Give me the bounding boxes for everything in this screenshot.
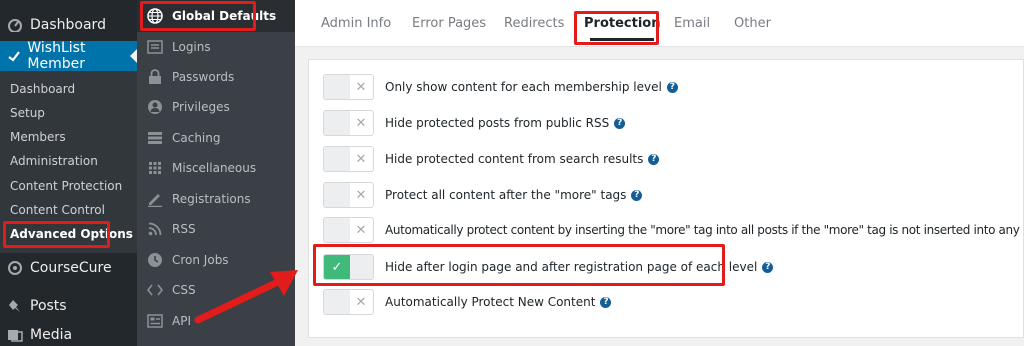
dashboard-icon: [0, 18, 30, 32]
wishlist-submenu: Dashboard Setup Members Administration C…: [0, 71, 137, 253]
option-toggle[interactable]: ✕: [323, 146, 374, 172]
menu-dashboard-label: Dashboard: [30, 17, 106, 33]
option-row: ✕ Automatically Protect New Content?: [309, 287, 1009, 317]
option-row: ✕ Only show content for each membership …: [309, 72, 1009, 102]
option-row: ✕ Hide protected posts from public RSS?: [309, 108, 1009, 138]
option-toggle[interactable]: ✕: [323, 182, 374, 208]
tab-redirects[interactable]: Redirects: [504, 0, 564, 47]
option-toggle[interactable]: ✕: [323, 217, 374, 243]
x-icon: ✕: [355, 222, 367, 238]
nav-passwords-label: Passwords: [172, 70, 235, 84]
menu-media-label: Media: [30, 327, 73, 343]
help-icon[interactable]: ?: [614, 117, 626, 129]
main-content: Admin Info Error Pages Redirects Protect…: [295, 0, 1024, 346]
submenu-content-protection[interactable]: Content Protection: [10, 179, 122, 193]
settings-tabs: Admin Info Error Pages Redirects Protect…: [295, 0, 1024, 47]
wp-admin-sidebar: Dashboard WishList Member Dashboard Setu…: [0, 0, 137, 346]
user-icon: [137, 99, 172, 115]
tab-error-pages[interactable]: Error Pages: [412, 0, 486, 47]
option-label: Only show content for each membership le…: [385, 80, 678, 94]
menu-posts[interactable]: Posts: [0, 291, 137, 321]
help-icon[interactable]: ?: [648, 153, 660, 165]
pushpin-icon: [0, 299, 30, 313]
globe-icon: [137, 8, 172, 24]
clock-icon: [137, 252, 172, 268]
tab-protection[interactable]: Protection: [584, 0, 660, 47]
stack-icon: [137, 131, 172, 145]
help-icon[interactable]: ?: [666, 81, 678, 93]
submenu-dashboard[interactable]: Dashboard: [10, 82, 75, 96]
login-list-icon: [137, 40, 172, 54]
nav-privileges[interactable]: Privileges: [137, 92, 295, 122]
help-icon[interactable]: ?: [600, 296, 612, 308]
option-label: Automatically Protect New Content?: [385, 295, 612, 309]
option-row: ✕ Automatically protect content by inser…: [309, 215, 1024, 245]
submenu-advanced-options[interactable]: Advanced Options: [10, 227, 133, 241]
nav-logins[interactable]: Logins: [137, 32, 295, 62]
nav-miscellaneous[interactable]: Miscellaneous: [137, 153, 295, 183]
x-icon: ✕: [355, 187, 367, 203]
tab-other[interactable]: Other: [734, 0, 771, 47]
option-label: Automatically protect content by inserti…: [385, 223, 1024, 237]
menu-wishlist-member[interactable]: WishList Member: [0, 40, 137, 72]
submenu-setup[interactable]: Setup: [10, 106, 45, 120]
x-icon: ✕: [355, 79, 367, 95]
nav-global-defaults-label: Global Defaults: [172, 9, 277, 23]
nav-registrations-label: Registrations: [172, 192, 251, 206]
submenu-members[interactable]: Members: [10, 130, 66, 144]
nav-caching-label: Caching: [172, 131, 221, 145]
option-label: Hide protected content from search resul…: [385, 152, 660, 166]
submenu-administration[interactable]: Administration: [10, 154, 98, 168]
nav-global-defaults[interactable]: Global Defaults: [137, 0, 295, 32]
nav-caching[interactable]: Caching: [137, 123, 295, 153]
annotation-arrow: [194, 270, 298, 324]
nav-logins-label: Logins: [172, 40, 211, 54]
option-row: ✕ Protect all content after the "more" t…: [309, 180, 1009, 210]
checkmark-icon: ✓: [324, 255, 350, 279]
menu-wishlist-label: WishList Member: [27, 40, 86, 72]
nav-rss-label: RSS: [172, 222, 196, 236]
option-toggle-on[interactable]: ✓: [323, 254, 374, 280]
code-icon: [137, 284, 172, 296]
pencil-icon: [137, 191, 172, 207]
tab-admin-info[interactable]: Admin Info: [321, 0, 391, 47]
option-label: Hide protected posts from public RSS?: [385, 116, 626, 130]
protection-options-panel: ✕ Only show content for each membership …: [308, 59, 1024, 338]
menu-posts-label: Posts: [30, 298, 67, 314]
option-row: ✓ Hide after login page and after regist…: [309, 252, 1009, 282]
option-row: ✕ Hide protected content from search res…: [309, 144, 1009, 174]
help-icon[interactable]: ?: [762, 261, 774, 273]
x-icon: ✕: [355, 115, 367, 131]
media-icon: [0, 328, 30, 342]
option-toggle[interactable]: ✕: [323, 74, 374, 100]
x-icon: ✕: [355, 294, 367, 310]
option-toggle[interactable]: ✕: [323, 110, 374, 136]
menu-dashboard[interactable]: Dashboard: [0, 10, 137, 40]
submenu-content-control[interactable]: Content Control: [10, 203, 105, 217]
nav-miscellaneous-label: Miscellaneous: [172, 161, 257, 175]
option-label: Hide after login page and after registra…: [385, 260, 774, 274]
grid-icon: [137, 161, 172, 175]
menu-coursecure-label: CourseCure: [30, 260, 112, 276]
nav-rss[interactable]: RSS: [137, 214, 295, 244]
x-icon: ✕: [355, 151, 367, 167]
rss-icon: [137, 222, 172, 236]
coursecure-icon: [0, 261, 30, 275]
checkmark-icon: [0, 49, 27, 63]
tab-email[interactable]: Email: [674, 0, 710, 47]
lock-icon: [137, 69, 172, 85]
option-label: Protect all content after the "more" tag…: [385, 188, 643, 202]
menu-coursecure[interactable]: CourseCure: [0, 253, 137, 283]
nav-passwords[interactable]: Passwords: [137, 62, 295, 92]
option-toggle[interactable]: ✕: [323, 289, 374, 315]
nav-registrations[interactable]: Registrations: [137, 184, 295, 214]
help-icon[interactable]: ?: [631, 189, 643, 201]
nav-privileges-label: Privileges: [172, 100, 230, 114]
api-icon: [137, 314, 172, 328]
current-menu-caret: [130, 49, 137, 63]
nav-api-label: API: [172, 314, 191, 328]
menu-media[interactable]: Media: [0, 320, 137, 346]
